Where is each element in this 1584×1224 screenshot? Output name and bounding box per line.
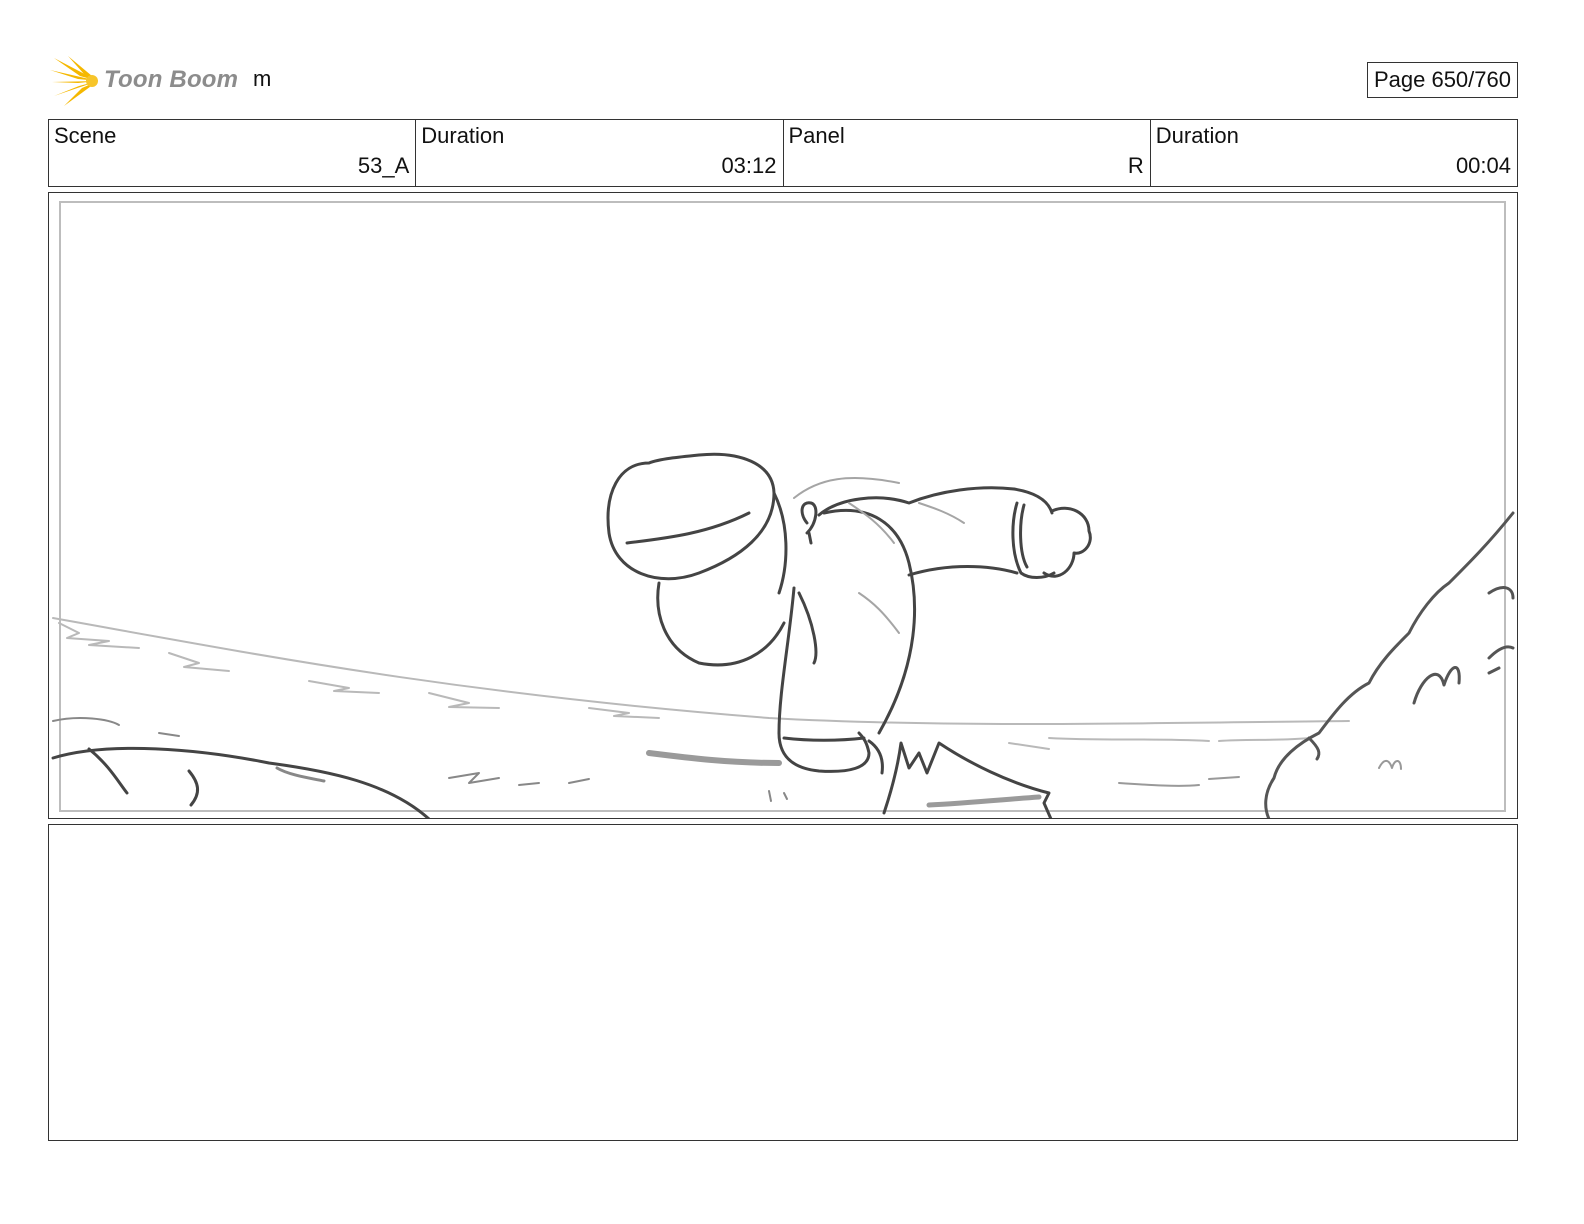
panel-notes: [48, 824, 1518, 1141]
rock-sketch-left: [51, 746, 431, 818]
panel-duration-cell: Duration 00:04: [1151, 120, 1517, 186]
scene-label: Scene: [54, 123, 117, 148]
panel-sketch: [51, 452, 1515, 818]
scene-value: 53_A: [357, 153, 410, 178]
panel-duration-value: 00:04: [1455, 153, 1511, 178]
scene-duration-value: 03:12: [721, 153, 777, 178]
bush-sketch-right: [1264, 511, 1515, 818]
horizon-sketch: [52, 617, 1350, 750]
page-number: Page 650/760: [1366, 62, 1518, 98]
logo-text: Toon Boom: [104, 66, 239, 93]
project-name: m: [253, 66, 272, 91]
starburst-icon: [50, 56, 98, 106]
scene-cell: Scene 53_A: [49, 120, 417, 186]
panel-duration-label: Duration: [1155, 123, 1239, 148]
panel-cell: Panel R: [784, 120, 1151, 186]
panel-value: R: [1127, 153, 1144, 178]
scene-duration-label: Duration: [421, 123, 505, 148]
scene-info-table: Scene 53_A Duration 03:12 Panel R Durati…: [48, 119, 1518, 187]
rock-sketch-center: [867, 739, 1053, 818]
toon-boom-logo: Toon Boom: [50, 54, 240, 108]
scene-duration-cell: Duration 03:12: [416, 120, 784, 186]
panel-label: Panel: [788, 123, 845, 148]
storyboard-panel: [48, 192, 1518, 819]
